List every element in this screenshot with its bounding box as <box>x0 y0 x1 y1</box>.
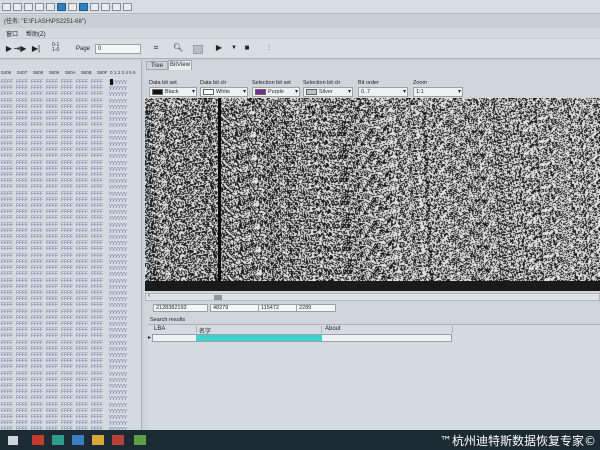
hex-col-2: 0808 <box>33 70 44 75</box>
silver-swatch <box>306 88 317 95</box>
search-header-lba: LBA <box>152 326 197 333</box>
run-icon[interactable]: ▶ <box>213 43 225 53</box>
hex-col-1: 0407 <box>17 70 28 75</box>
stop-icon[interactable]: ■ <box>242 43 252 53</box>
grid-icon[interactable]: ⌗ <box>150 43 162 53</box>
data-bit-set-value: Black <box>165 89 179 95</box>
app-icon-1[interactable] <box>32 435 44 445</box>
qa-button-7[interactable] <box>68 3 77 11</box>
app-icon-5[interactable] <box>112 435 124 445</box>
qa-button-12[interactable] <box>123 3 132 11</box>
step-end-icon[interactable]: ▶| <box>30 44 42 54</box>
bit-order-label: Bit order <box>358 80 379 86</box>
dropdown-arrow-icon[interactable]: ▼ <box>229 43 239 53</box>
zoom-label: Zoom <box>413 80 428 86</box>
purple-swatch <box>255 88 266 95</box>
taskbar: ™杭州迪特斯数据恢复专家© <box>0 430 600 450</box>
menu-item-help[interactable]: 帮助(Z) <box>26 29 46 38</box>
selection-bit-set-value: Purple <box>268 89 284 95</box>
chevron-down-icon: ▾ <box>402 89 406 95</box>
status-lba: 2128382193 <box>153 304 208 312</box>
selection-bit-set-select[interactable]: Purple ▾ <box>252 87 300 97</box>
title-bar <box>0 0 600 14</box>
zoom-value: 1:1 <box>416 89 424 95</box>
page-label: Page <box>76 46 91 52</box>
hex-panel: 0406 0407 0808 0809 080A 080B 080F 0 1 2 3 4 5… <box>0 60 142 430</box>
hex-col-5: 080B <box>81 70 92 75</box>
start-icon[interactable] <box>8 436 18 445</box>
menu-bar: 窗口 帮助(Z) <box>0 28 600 38</box>
app-icon-4[interactable] <box>92 435 104 445</box>
app-icon-6[interactable] <box>134 435 146 445</box>
search-results-table: LBA 名字 About ▸ <box>148 324 600 430</box>
range-toggle[interactable]: 0-1 1-0 <box>52 43 59 53</box>
search-results-title: Search results <box>150 317 186 323</box>
qa-button-4[interactable] <box>35 3 44 11</box>
chevron-down-icon: ▾ <box>191 89 195 95</box>
page-input[interactable]: 0 <box>95 44 141 54</box>
selection-bit-set-label: Selection bit set <box>252 80 291 86</box>
chevron-down-icon: ▾ <box>242 89 246 95</box>
watermark: ™杭州迪特斯数据恢复专家© <box>439 434 596 448</box>
qa-button-2[interactable] <box>13 3 22 11</box>
selection-bit-clr-label: Selection bit clr <box>303 80 341 86</box>
toolbar: ▶ ⇥▶ ▶| 0-1 1-0 Page 0 ⌗ 🔍︎ ▶ ▼ ■ ⫶ <box>0 39 600 59</box>
hex-column-header: 0406 0407 0808 0809 080A 080B 080F <box>1 70 113 75</box>
scrollbar-thumb[interactable] <box>214 295 222 300</box>
data-bit-set-label: Data bit set <box>149 80 177 86</box>
hex-cursor <box>110 79 113 85</box>
status-offset: 48279 <box>210 304 260 312</box>
white-swatch <box>203 88 214 95</box>
chevron-down-icon: ▾ <box>347 89 351 95</box>
app-icon-3[interactable] <box>72 435 84 445</box>
tab-bitview[interactable]: BitView <box>168 60 192 70</box>
chevron-down-icon: ▾ <box>294 89 298 95</box>
status-count: 2289 <box>296 304 336 312</box>
qa-button-9[interactable] <box>90 3 99 11</box>
horizontal-scrollbar[interactable]: ‹ <box>145 293 600 301</box>
qa-button-11[interactable] <box>112 3 121 11</box>
search-icon[interactable]: 🔍︎ <box>172 43 184 53</box>
selection-bit-clr-value: Silver <box>319 89 333 95</box>
qa-button-5[interactable] <box>46 3 55 11</box>
data-bit-set-select[interactable]: Black ▾ <box>149 87 197 97</box>
bitview-bottom-bar <box>145 281 600 291</box>
search-header-about: About <box>323 326 453 333</box>
qa-button-8[interactable] <box>79 3 88 11</box>
window-title: (任务: "E:\FLASH\PS2251-68") <box>4 19 86 25</box>
step-over-icon[interactable]: ⇥▶ <box>13 44 27 54</box>
bit-order-value: 0..7 <box>361 89 371 95</box>
hex-col-0: 0406 <box>1 70 12 75</box>
qa-button-10[interactable] <box>101 3 110 11</box>
data-bit-clr-value: White <box>216 89 231 95</box>
search-header-name: 名字 <box>197 326 322 335</box>
scroll-left-icon[interactable]: ‹ <box>148 293 150 299</box>
tab-tree[interactable]: Tree <box>146 61 168 70</box>
bit-order-select[interactable]: 0..7 ▾ <box>358 87 408 97</box>
bitview-divider <box>218 98 221 281</box>
ascii-column-header: 0 1 2 3 4 5 6 <box>110 70 136 75</box>
black-swatch <box>152 88 163 95</box>
qa-button-6[interactable] <box>57 3 66 11</box>
hex-col-4: 080A <box>65 70 76 75</box>
search-result-row[interactable] <box>152 334 452 342</box>
row-indicator-icon: ▸ <box>148 335 152 341</box>
selection-bit-clr-select[interactable]: Silver ▾ <box>303 87 353 97</box>
bookmark-icon[interactable]: ⫶ <box>263 43 275 53</box>
hex-col-3: 0809 <box>49 70 60 75</box>
data-bit-clr-select[interactable]: White ▾ <box>200 87 248 97</box>
qa-button-3[interactable] <box>24 3 33 11</box>
bitview-canvas[interactable] <box>145 98 600 281</box>
chevron-down-icon: ▾ <box>457 89 461 95</box>
status-bits: 115472 <box>258 304 298 312</box>
hex-grid[interactable]: FFFF FFFF FFFF FFFF FFFF FFFF FFFF yyyyy… <box>1 79 127 430</box>
result-highlight <box>196 335 322 341</box>
data-bit-clr-label: Data bit clr <box>200 80 227 86</box>
menu-item-window[interactable]: 窗口 <box>6 29 18 38</box>
zoom-select[interactable]: 1:1 ▾ <box>413 87 463 97</box>
app-icon-2[interactable] <box>52 435 64 445</box>
disabled-tool-icon[interactable] <box>193 45 203 54</box>
qa-button-1[interactable] <box>2 3 11 11</box>
